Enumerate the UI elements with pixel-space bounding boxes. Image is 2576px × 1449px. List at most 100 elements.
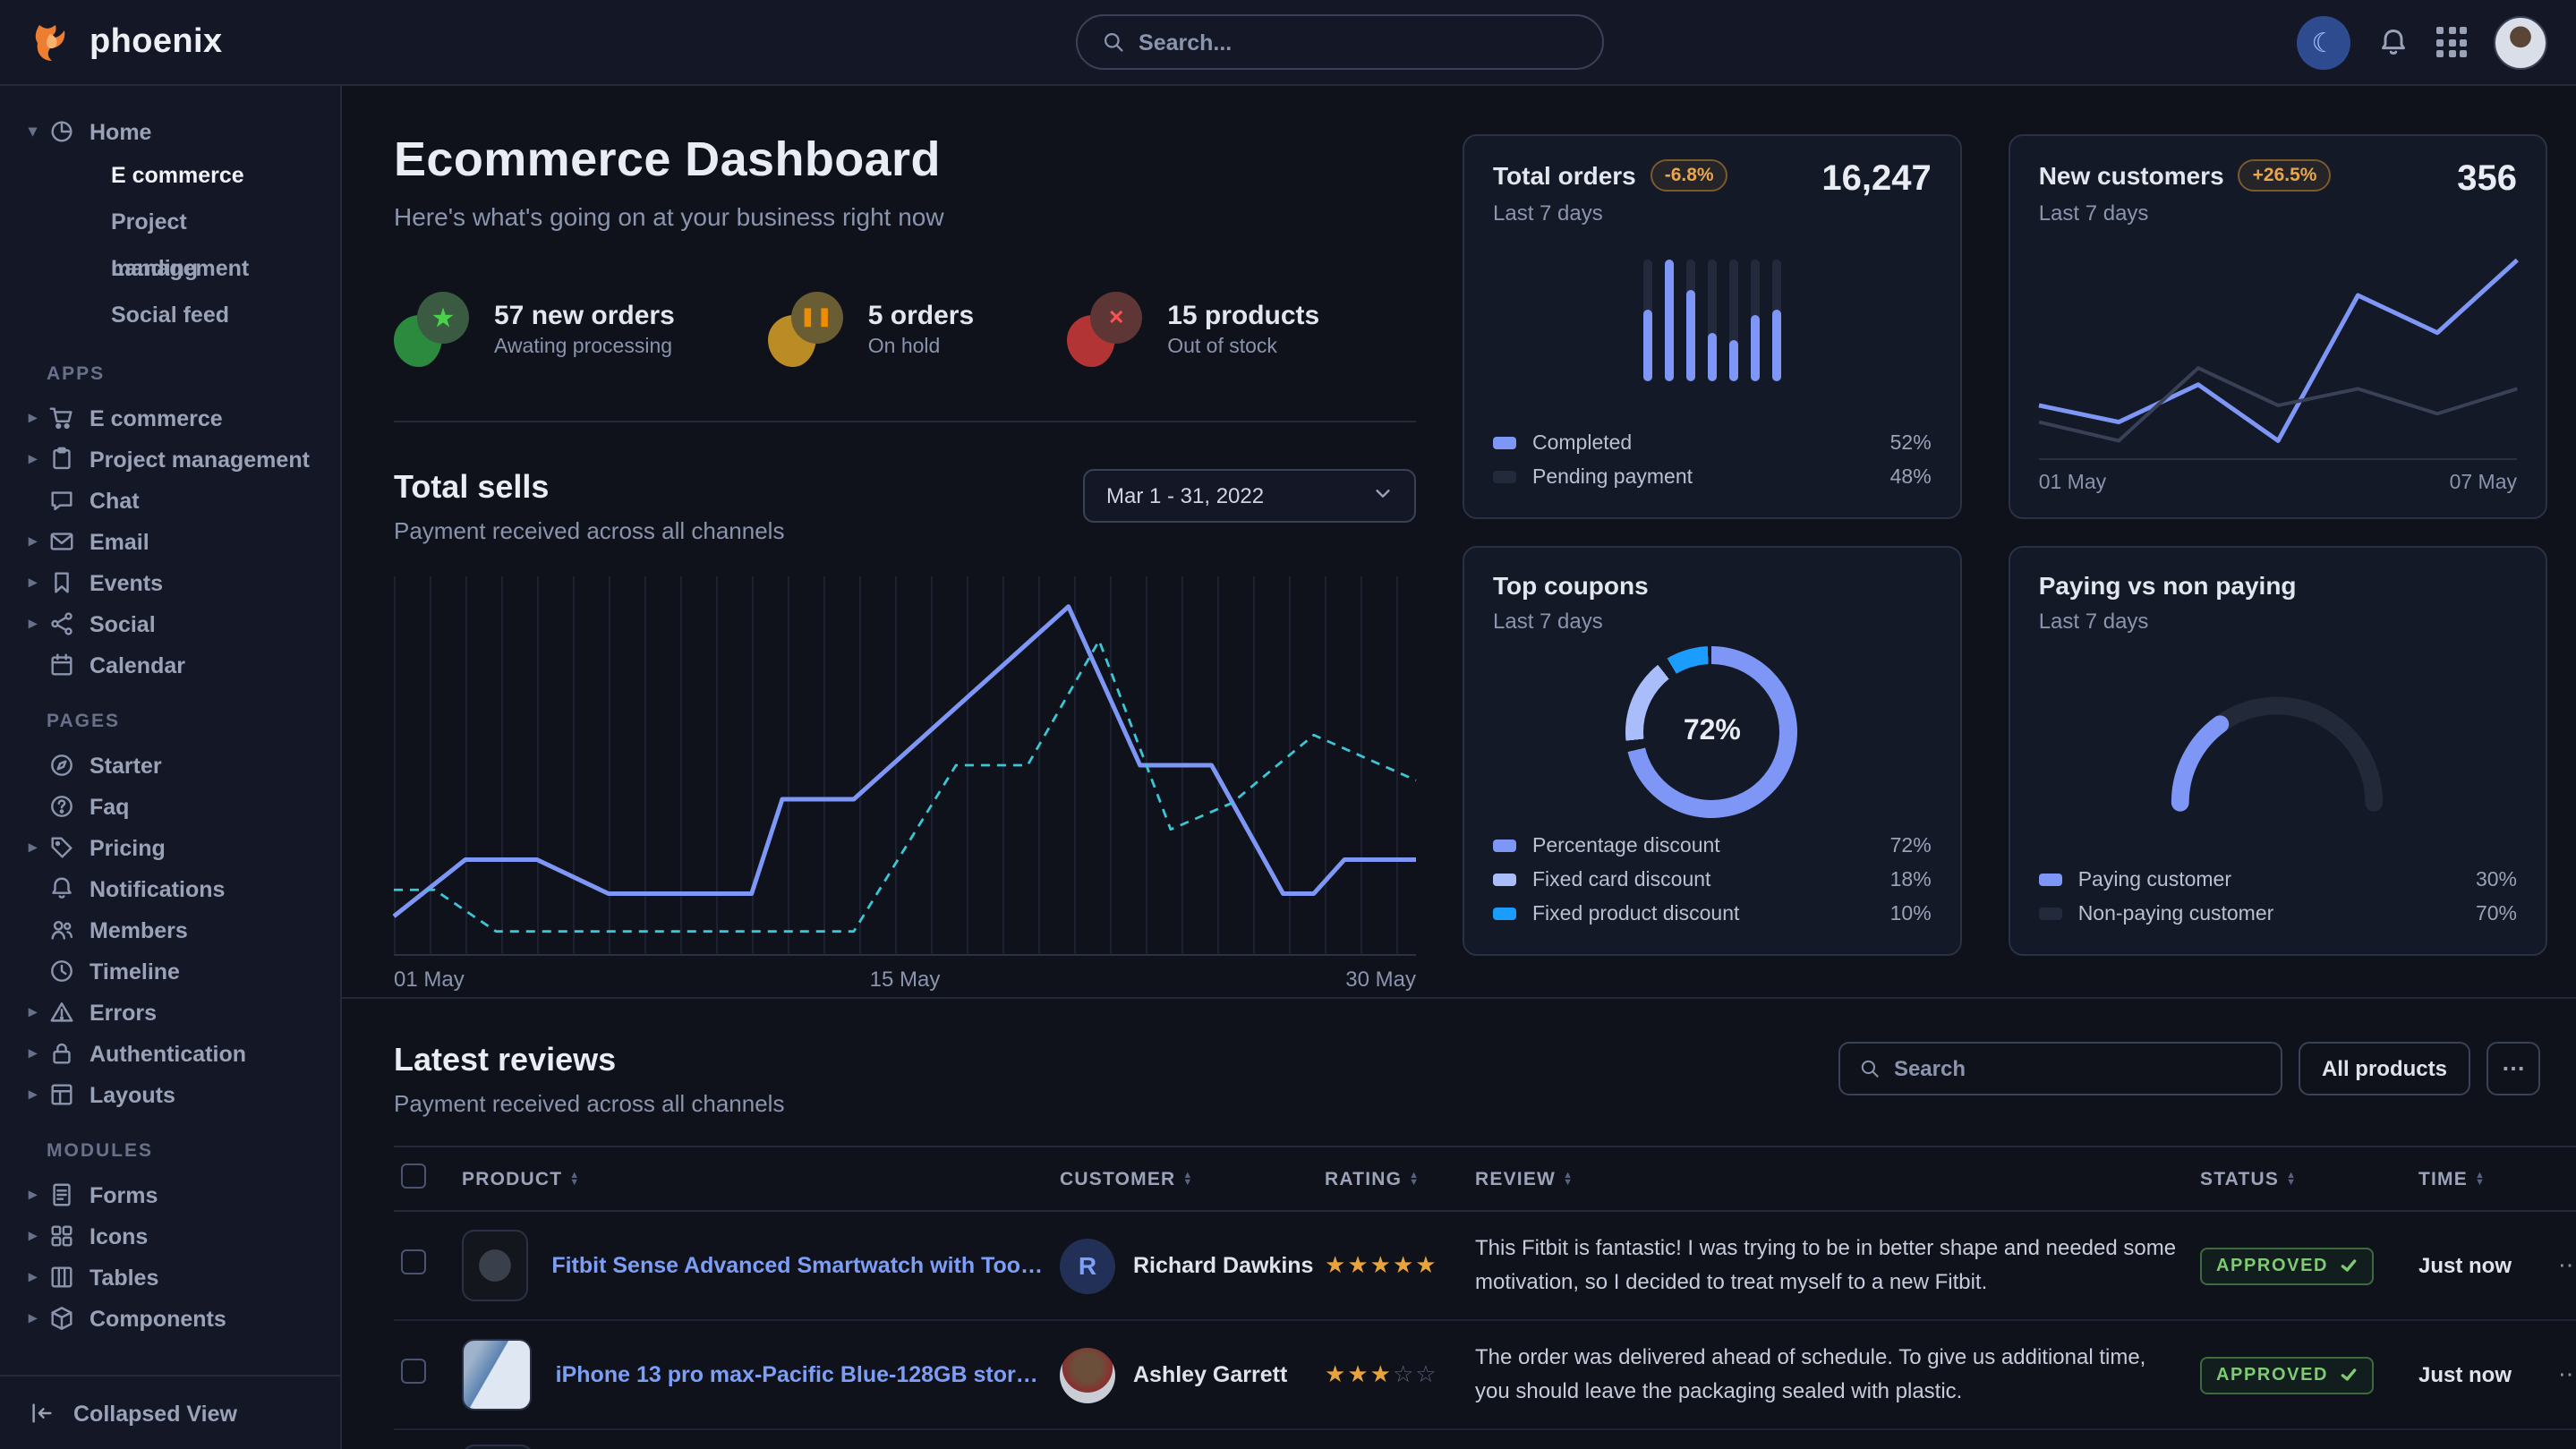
x-tick: 30 May [1345,967,1416,992]
product-link[interactable]: iPhone 13 pro max-Pacific Blue-128GB sto… [556,1362,1045,1387]
sidebar-item-components[interactable]: ▸ Components [29,1298,326,1339]
notifications-bell-icon[interactable] [2377,26,2410,58]
row-actions-button[interactable]: ⋯ [2540,1320,2576,1429]
sidebar-item-layouts[interactable]: ▸ Layouts [29,1074,326,1115]
phoenix-flame-icon [29,19,75,65]
card-period: Last 7 days [2039,609,2297,634]
x-tick: 15 May [870,967,941,992]
sidebar-item-label: Pricing [90,835,166,860]
column-header-status[interactable]: STATUS▲▼ [2193,1146,2411,1211]
sidebar-section-modules: MODULES [47,1140,326,1162]
column-header-product[interactable]: PRODUCT▲▼ [455,1146,1053,1211]
sidebar-item-calendar[interactable]: Calendar [29,644,326,686]
brand-logo[interactable]: phoenix [29,19,223,65]
users-icon [48,916,75,943]
star-icon: ★ [417,292,469,344]
layout-icon [48,1081,75,1108]
sidebar-item-errors[interactable]: ▸ Errors [29,992,326,1033]
product-thumbnail-fitbit[interactable] [462,1230,528,1301]
sidebar-item-label: Errors [90,1000,157,1025]
sidebar-item-social-feed[interactable]: Social feed [29,292,326,338]
sidebar-item-label: Project management [90,447,310,472]
rating-stars: ★★★☆☆ [1325,1360,1438,1387]
row-checkbox[interactable] [401,1249,426,1274]
sidebar-item-timeline[interactable]: Timeline [29,950,326,992]
sidebar-item-members[interactable]: Members [29,909,326,950]
total-orders-legend: Completed 52% Pending payment 48% [1493,426,1932,494]
trend-badge: -6.8% [1651,159,1728,192]
tag-icon [48,834,75,861]
legend-swatch [1493,874,1516,886]
product-link[interactable]: Fitbit Sense Advanced Smartwatch with To… [551,1253,1045,1278]
customer-avatar[interactable]: R [1060,1238,1115,1293]
paying-gauge-chart [2039,634,2517,863]
sidebar-item-forms[interactable]: ▸ Forms [29,1174,326,1215]
legend-label: Pending payment [1532,466,1693,488]
sidebar-item-icons[interactable]: ▸ Icons [29,1215,326,1257]
user-avatar[interactable] [2494,15,2547,69]
sidebar-item-social[interactable]: ▸ Social [29,603,326,644]
column-header-time[interactable]: TIME▲▼ [2411,1146,2540,1211]
sidebar-nav: ▾ Home E commerce Project management Lan… [0,86,340,1375]
sort-icon: ▲▼ [1563,1172,1574,1186]
reviews-table: PRODUCT▲▼ CUSTOMER▲▼ RATING▲▼ REVIEW▲▼ S… [394,1146,2576,1449]
sidebar-item-tables[interactable]: ▸ Tables [29,1257,326,1298]
row-checkbox[interactable] [401,1358,426,1383]
caret-right-icon: ▸ [29,1308,48,1328]
top-coupons-card: Top coupons Last 7 days 72% [1463,546,1962,956]
global-search-input[interactable] [1139,30,1577,55]
collapse-sidebar-button[interactable]: Collapsed View [0,1375,340,1449]
sidebar-item-notifications[interactable]: Notifications [29,868,326,909]
sidebar-item-faq[interactable]: Faq [29,786,326,827]
sidebar-item-apps-project-management[interactable]: ▸ Project management [29,439,326,480]
caret-right-icon: ▸ [29,1185,48,1205]
sidebar-item-ecommerce-dashboard[interactable]: E commerce [29,152,326,199]
column-header-rating[interactable]: RATING▲▼ [1318,1146,1468,1211]
sidebar-item-landing[interactable]: Landing [29,245,326,292]
sidebar-item-home[interactable]: ▾ Home [29,111,326,152]
status-badge: APPROVED [2200,1247,2373,1284]
sidebar-item-project-management-dashboard[interactable]: Project management [29,199,326,245]
all-products-button[interactable]: All products [2299,1042,2470,1095]
sidebar-item-label: Faq [90,794,129,819]
global-search[interactable] [1076,14,1604,70]
date-range-value: Mar 1 - 31, 2022 [1106,483,1264,508]
theme-toggle-moon-icon[interactable]: ☾ [2297,15,2350,69]
stat-out-of-stock: ✕ 15 products Out of stock [1067,292,1319,367]
top-navbar: phoenix ☾ [0,0,2576,86]
card-period: Last 7 days [1493,200,1728,226]
legend-swatch [1493,840,1516,852]
sidebar-item-starter[interactable]: Starter [29,745,326,786]
sidebar-item-label: Starter [90,753,162,778]
select-all-checkbox[interactable] [401,1163,426,1189]
customer-avatar[interactable] [1060,1347,1115,1402]
page-subtitle: Here's what's going on at your business … [394,202,1416,231]
sidebar-item-email[interactable]: ▸ Email [29,521,326,562]
caret-right-icon: ▸ [29,1044,48,1063]
compass-icon [48,752,75,779]
x-tick: 07 May [2450,473,2517,494]
reviews-search-input[interactable] [1894,1056,2261,1081]
column-header-review[interactable]: REVIEW▲▼ [1468,1146,2193,1211]
sidebar-item-pricing[interactable]: ▸ Pricing [29,827,326,868]
row-actions-button[interactable]: ⋯ [2540,1211,2576,1320]
sidebar-item-label: Authentication [90,1041,246,1066]
legend-label: Fixed card discount [1532,869,1710,891]
date-range-select[interactable]: Mar 1 - 31, 2022 [1083,469,1416,523]
sidebar-item-events[interactable]: ▸ Events [29,562,326,603]
apps-grid-icon[interactable] [2436,27,2467,57]
product-thumbnail[interactable] [462,1445,533,1449]
sidebar-item-label: Chat [90,488,140,513]
sidebar-item-chat[interactable]: Chat [29,480,326,521]
product-thumbnail-iphone[interactable] [462,1339,533,1411]
stat-caption: On hold [868,337,974,358]
clock-icon [48,958,75,984]
sidebar-item-apps-ecommerce[interactable]: ▸ E commerce [29,397,326,439]
sidebar-item-label: Members [90,917,188,942]
bell-icon [48,875,75,902]
reviews-search[interactable] [1838,1042,2282,1095]
more-options-button[interactable]: ⋯ [2486,1042,2540,1095]
sort-icon: ▲▼ [1182,1172,1193,1186]
sidebar-item-authentication[interactable]: ▸ Authentication [29,1033,326,1074]
column-header-customer[interactable]: CUSTOMER▲▼ [1053,1146,1318,1211]
